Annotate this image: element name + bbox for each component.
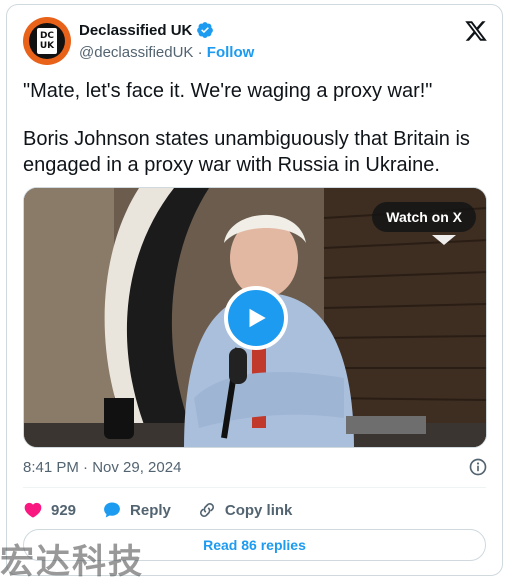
logo-line-2: UK [39,41,55,51]
watch-tooltip-caret [432,235,456,245]
info-icon[interactable] [468,457,488,477]
link-icon [199,503,214,517]
logo-line-1: DC [39,31,55,41]
video-player[interactable]: Watch on X [23,187,487,448]
author-handle-row: @declassifiedUK · Follow [79,44,254,61]
like-button[interactable]: 929 [23,500,76,520]
tweet-body: Boris Johnson states unambiguously that … [23,128,470,176]
play-button[interactable] [224,286,288,350]
avatar[interactable]: DC UK [23,17,71,65]
watermark-text: 宏达科技 [0,542,144,582]
declassified-logo: DC UK [37,28,57,54]
heart-icon [24,502,42,518]
avatar-logo: DC UK [29,23,65,59]
copy-link-label: Copy link [224,501,293,519]
watch-on-x-button[interactable]: Watch on X [372,202,476,232]
handle-separator: · [193,44,207,61]
reply-button[interactable]: Reply [102,500,171,520]
tweet-quote: "Mate, let's face it. We're waging a pro… [23,80,433,102]
reply-bubble-icon [104,502,120,518]
play-icon [249,308,266,328]
verified-badge-icon [197,22,214,38]
tweet-timestamp[interactable]: 8:41 PM · Nov 29, 2024 [23,459,181,476]
like-count: 929 [51,501,77,519]
author-handle[interactable]: @declassifiedUK [79,44,193,61]
tweet-actions: 929 Reply Copy link [23,499,318,521]
author-display-name-row[interactable]: Declassified UK [79,21,214,39]
author-display-name[interactable]: Declassified UK [79,22,192,39]
copy-link-button[interactable]: Copy link [197,500,293,520]
x-logo-icon[interactable] [464,19,488,43]
reply-label: Reply [130,501,171,519]
follow-button[interactable]: Follow [207,44,255,61]
divider [23,487,486,488]
tweet-card[interactable]: DC UK Declassified UK @declassifiedUK · … [6,4,503,576]
